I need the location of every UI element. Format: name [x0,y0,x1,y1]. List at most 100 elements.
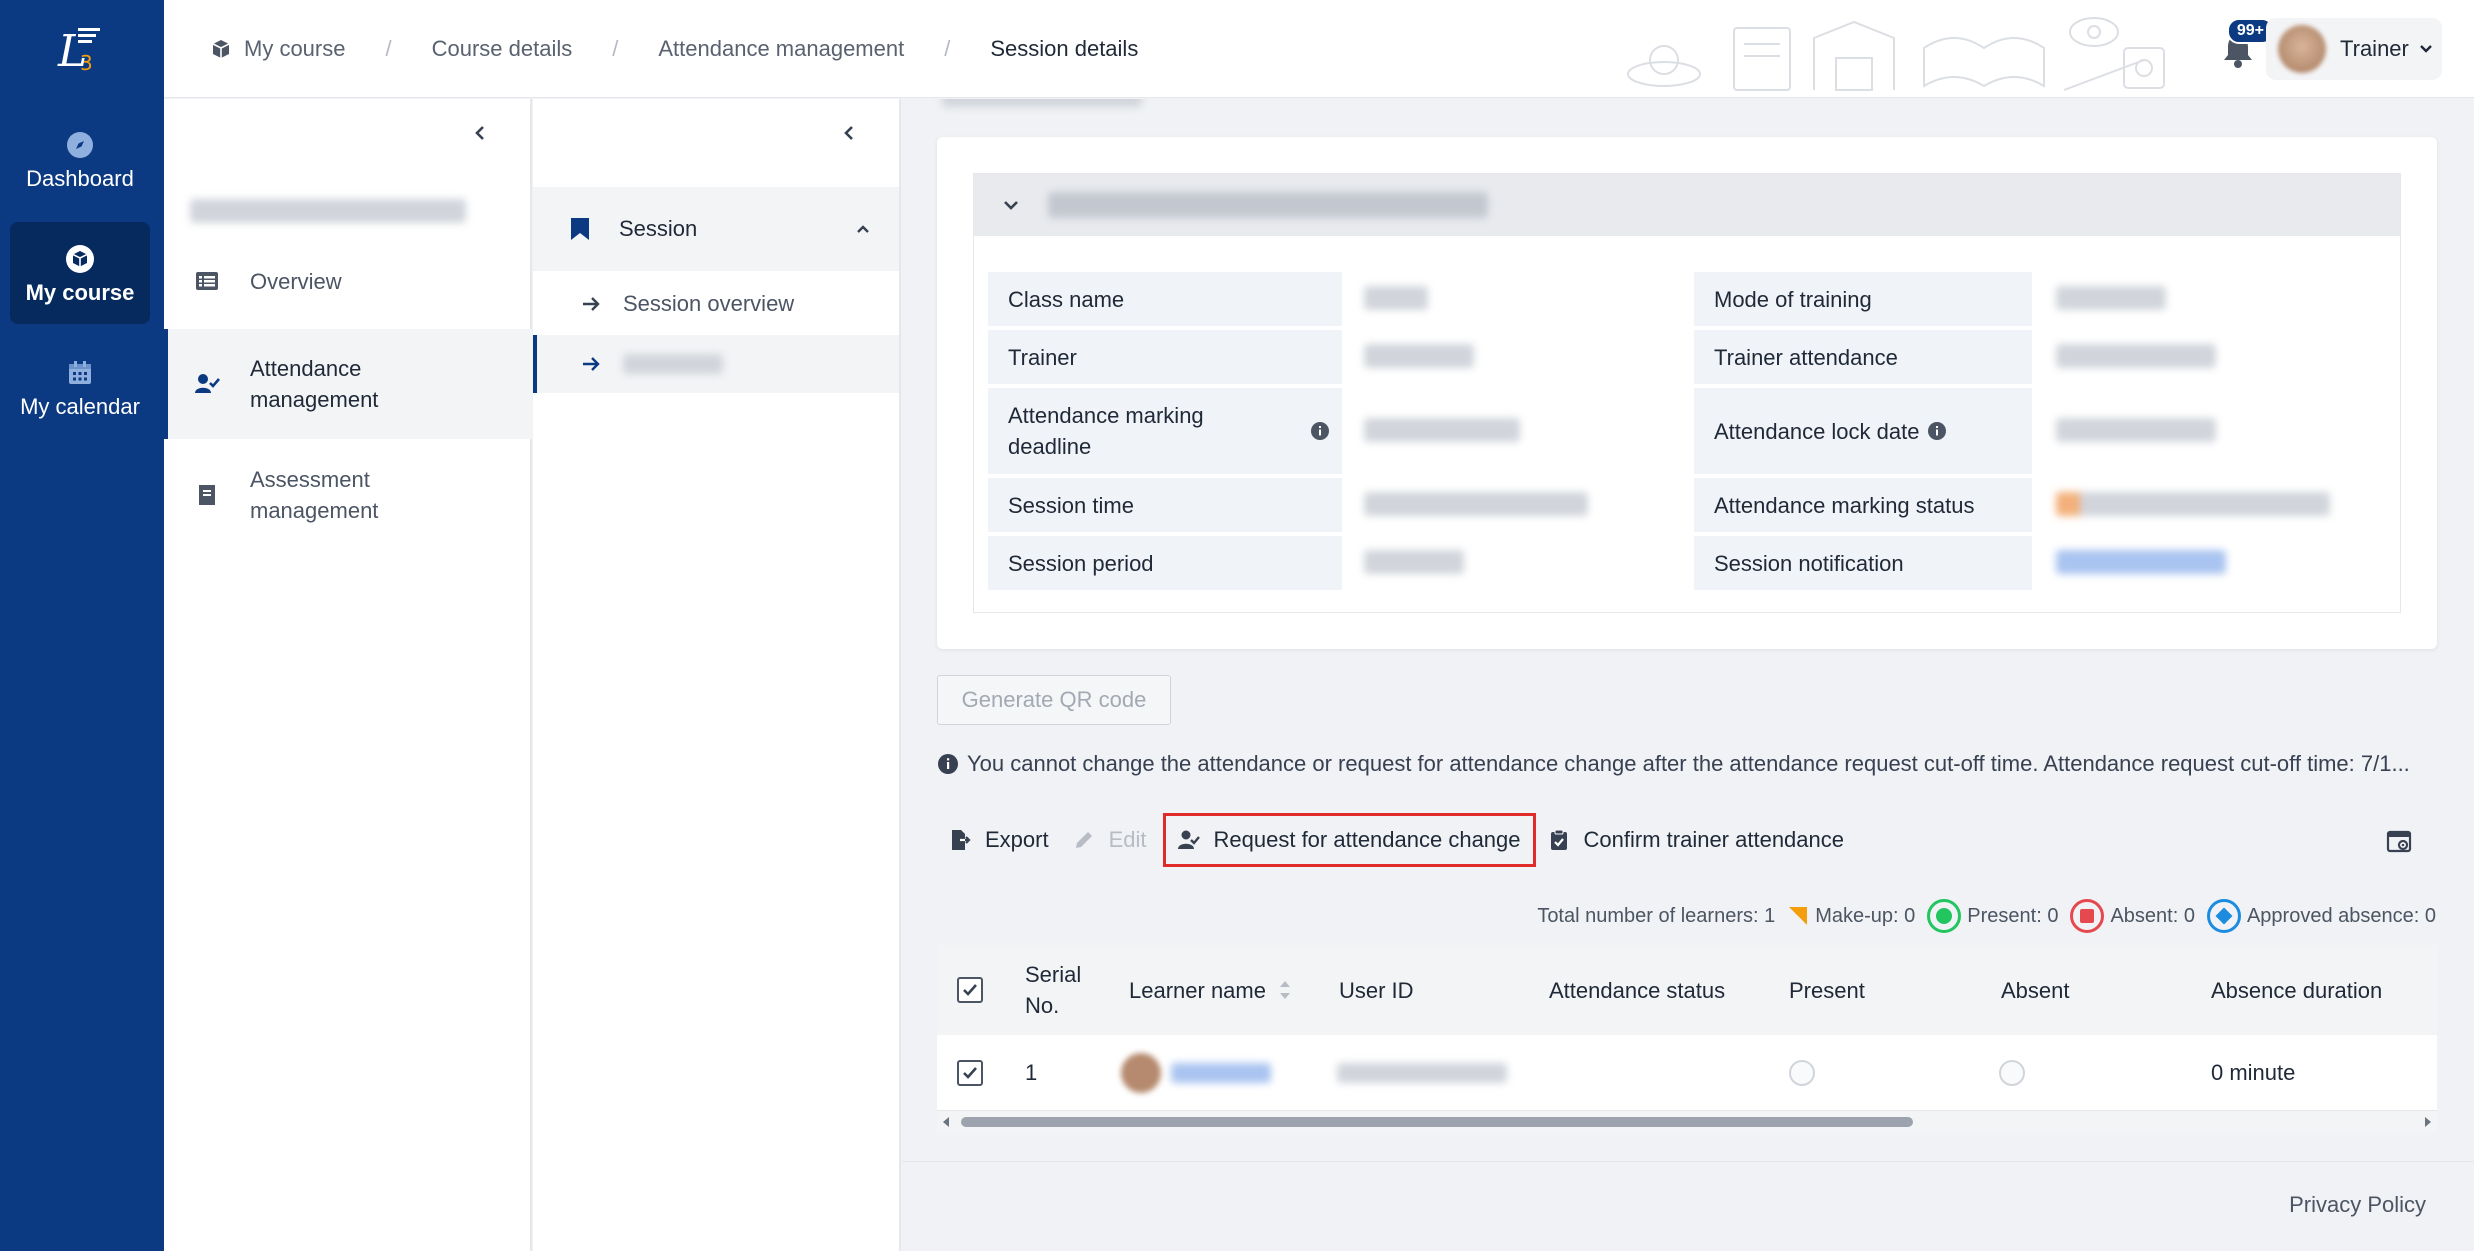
info-row: Attendance marking deadline Attendance l… [988,388,2388,474]
info-label-session-notification: Session notification [1694,536,2032,590]
approved-diamond-icon [2206,899,2241,933]
user-check-icon [1177,830,1200,849]
chevron-down-icon [2420,45,2432,53]
info-value-redacted [1364,492,1588,516]
present-circle-icon [1927,899,1962,933]
cell-user-id [1337,1035,1507,1111]
chevron-down-icon [1004,201,1018,210]
breadcrumb-my-course[interactable]: My course [244,36,345,62]
info-row: Session time Attendance marking status [988,478,2388,532]
scroll-left-arrow-icon[interactable] [941,1116,951,1128]
session-info-panel: Class name Mode of training Trainer Trai… [973,173,2401,613]
select-all-checkbox-cell [957,945,983,1035]
table-row: 1 0 minute [937,1035,2437,1111]
select-all-checkbox[interactable] [957,977,983,1003]
generate-qr-code-button[interactable]: Generate QR code [937,675,1171,725]
cell-learner-name [1121,1035,1271,1111]
row-checkbox[interactable] [957,1060,983,1086]
l3-logo-icon[interactable]: L 3 [56,22,104,72]
info-label-class-name: Class name [988,272,1342,326]
makeup-count: Make-up: 0 [1781,905,1915,928]
breadcrumb-separator: / [612,36,619,61]
info-value-redacted [1364,418,1520,442]
learner-name-redacted[interactable] [1171,1063,1271,1083]
check-icon [963,984,977,996]
cutoff-notice: You cannot change the attendance or requ… [937,751,2410,777]
col-learner-name[interactable]: Learner name [1129,945,1292,1035]
absent-radio[interactable] [1999,1060,2025,1086]
session-group-header[interactable]: Session [533,187,899,271]
export-label: Export [985,827,1049,852]
top-header: My course / Course details / Attendance … [164,0,2474,98]
session-item-current[interactable] [533,335,899,393]
education-doodle-background [1627,17,2165,91]
footer-divider [902,1161,2474,1162]
export-button[interactable]: Export [937,813,1061,867]
nav-my-course-label: My course [25,280,135,305]
col-user-id: User ID [1339,977,1414,1003]
menu-assessment-management[interactable]: Assessment management [164,455,532,535]
info-label-trainer-attendance: Trainer attendance [1694,330,2032,384]
nav-my-course[interactable]: My course [10,222,150,324]
info-icon[interactable] [1927,421,1947,441]
nav-dashboard[interactable]: Dashboard [10,108,150,210]
info-row: Class name Mode of training [988,272,2388,326]
learner-avatar [1121,1053,1161,1093]
edit-button[interactable]: Edit [1061,813,1159,867]
user-check-icon [195,374,220,393]
session-overview-label: Session overview [623,291,795,316]
info-icon[interactable] [1310,421,1330,441]
privacy-policy-link[interactable]: Privacy Policy [2289,1192,2426,1218]
user-menu[interactable]: Trainer [2266,18,2442,80]
notification-link-redacted[interactable] [2056,550,2226,574]
confirm-trainer-attendance-label: Confirm trainer attendance [1583,827,1844,852]
course-title-redacted [190,199,466,223]
nav-my-calendar[interactable]: My calendar [10,336,150,438]
main-nav: L 3 Dashboard My course My calendar [0,0,164,1251]
breadcrumb-attendance-management[interactable]: Attendance management [658,36,904,62]
info-value-redacted [2056,418,2216,442]
cell-present [1789,1035,1815,1111]
breadcrumb-separator: / [385,36,392,61]
request-attendance-change-button[interactable]: Request for attendance change [1162,813,1536,867]
session-panel: Session Session overview [533,99,901,1251]
menu-attendance-management[interactable]: Attendance management [164,329,532,439]
info-label-attendance-marking-status: Attendance marking status [1694,478,2032,532]
column-settings-icon[interactable] [2386,829,2412,855]
col-present: Present [1789,977,1865,1003]
list-icon [196,272,218,290]
main-content: Class name Mode of training Trainer Trai… [902,99,2474,1251]
scrollbar-thumb[interactable] [961,1117,1913,1127]
edit-label: Edit [1108,827,1147,852]
breadcrumb-course-details[interactable]: Course details [432,36,573,62]
info-value-redacted [1364,286,1428,310]
col-absence-duration: Absence duration [2211,977,2383,1003]
session-overview-item[interactable]: Session overview [533,275,899,333]
approved-absence-count: Approved absence: 0 [2201,899,2436,933]
present-count: Present: 0 [1921,899,2058,933]
info-row: Trainer Trainer attendance [988,330,2388,384]
session-group-label: Session [619,216,698,241]
breadcrumb-separator: / [944,36,951,61]
present-radio[interactable] [1789,1060,1815,1086]
menu-overview[interactable]: Overview [164,249,532,313]
cube-icon [66,245,94,273]
col-absent: Absent [2001,977,2070,1003]
arrow-right-icon [583,297,600,311]
breadcrumb: My course / Course details / Attendance … [210,36,1138,62]
scroll-right-arrow-icon[interactable] [2423,1116,2433,1128]
info-value-redacted [2056,492,2330,516]
chevron-left-icon[interactable] [470,123,490,143]
cell-absence-duration: 0 minute [2211,1060,2296,1085]
session-info-header[interactable] [974,174,2400,236]
absent-square-icon [2070,899,2105,933]
col-attendance-status: Attendance status [1549,977,1726,1003]
horizontal-scrollbar[interactable] [937,1111,2437,1133]
info-icon [938,754,958,774]
info-label-mode-of-training: Mode of training [1694,272,2032,326]
user-id-redacted [1337,1063,1507,1083]
course-menu-panel: Overview Attendance management Assessmen… [164,99,532,1251]
chevron-left-icon[interactable] [839,123,859,143]
confirm-trainer-attendance-button[interactable]: Confirm trainer attendance [1536,813,1856,867]
cell-serial: 1 [1025,1060,1038,1085]
